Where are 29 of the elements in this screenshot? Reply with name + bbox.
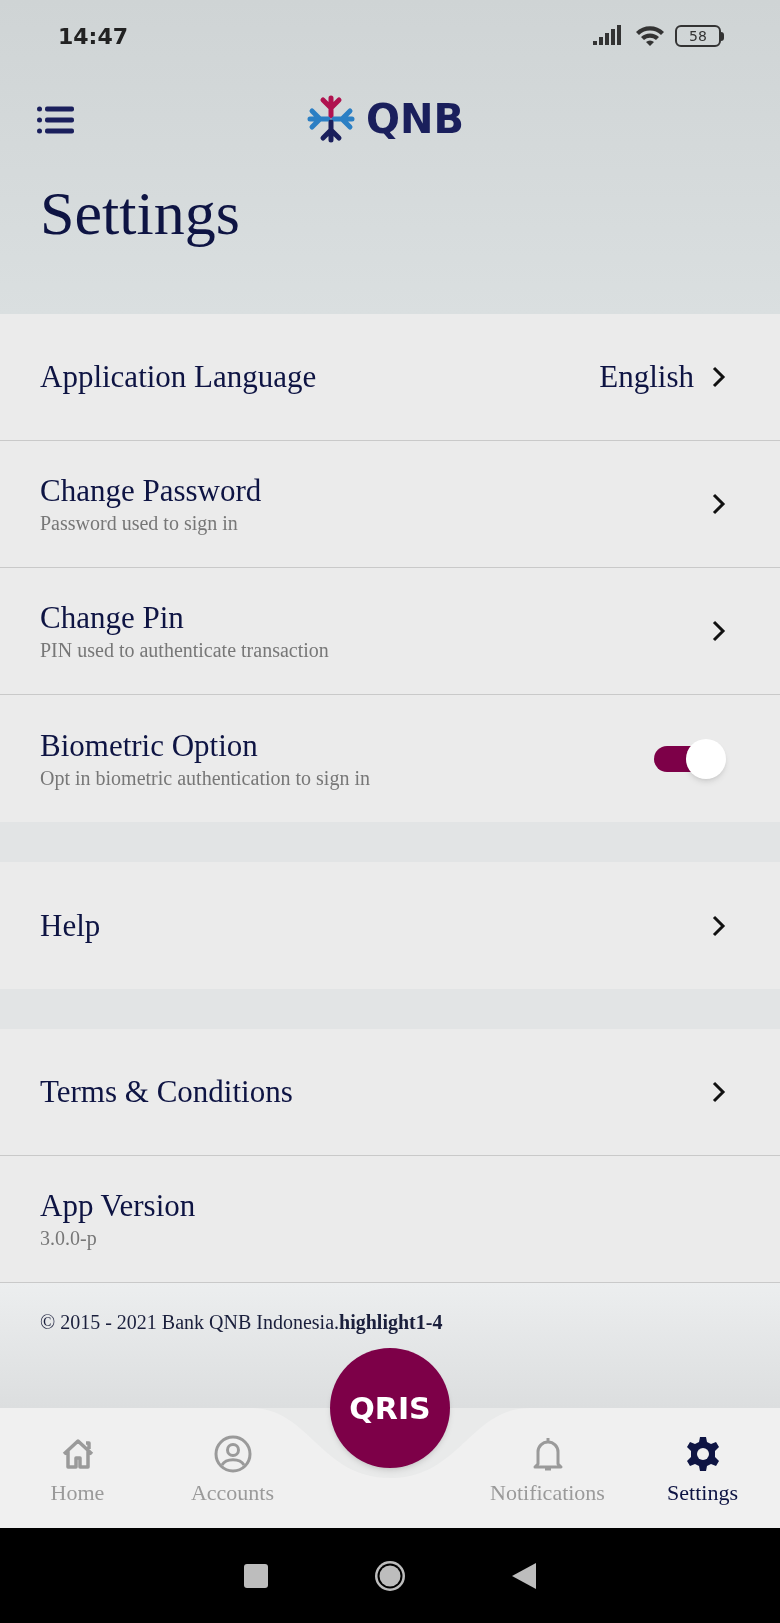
chevron-right-icon (712, 914, 726, 937)
battery-icon: 58 (675, 25, 724, 47)
chevron-right-icon (712, 1081, 726, 1103)
toggle-switch[interactable] (654, 738, 726, 779)
row-subtitle: Password used to sign in (40, 511, 239, 536)
row-title: Help (40, 906, 102, 945)
copyright-text: © 2015 - 2021 Bank QNB Indonesia.highlight1-4 (40, 1310, 444, 1336)
row-title: Change Pin (40, 599, 185, 637)
menu-icon[interactable] (37, 105, 75, 135)
row-value: English (599, 357, 694, 396)
row-title: Terms & Conditions (40, 1073, 294, 1111)
row-title: Application Language (40, 358, 318, 396)
row-subtitle: Opt in biometric authentication to sign in (40, 765, 371, 791)
row-title: Biometric Option (40, 726, 259, 765)
row-subtitle: PIN used to authenticate transaction (40, 638, 330, 663)
status-time: 14:47 (58, 22, 129, 51)
back-icon[interactable] (512, 1562, 536, 1589)
logo-icon (306, 94, 356, 144)
chevron-right-icon (712, 366, 726, 388)
chevron-right-icon (712, 620, 726, 642)
row-title: App Version (40, 1187, 197, 1225)
logo-text: QNB (366, 99, 464, 139)
wifi-icon (635, 24, 665, 48)
user-circle-icon (212, 1434, 253, 1474)
row-title: Change Password (40, 472, 263, 510)
chevron-right-icon (712, 493, 726, 515)
nav-tab[interactable]: Settings (625, 1408, 780, 1528)
recents-icon[interactable] (244, 1563, 268, 1588)
row-subtitle: 3.0.0-p (40, 1226, 98, 1251)
